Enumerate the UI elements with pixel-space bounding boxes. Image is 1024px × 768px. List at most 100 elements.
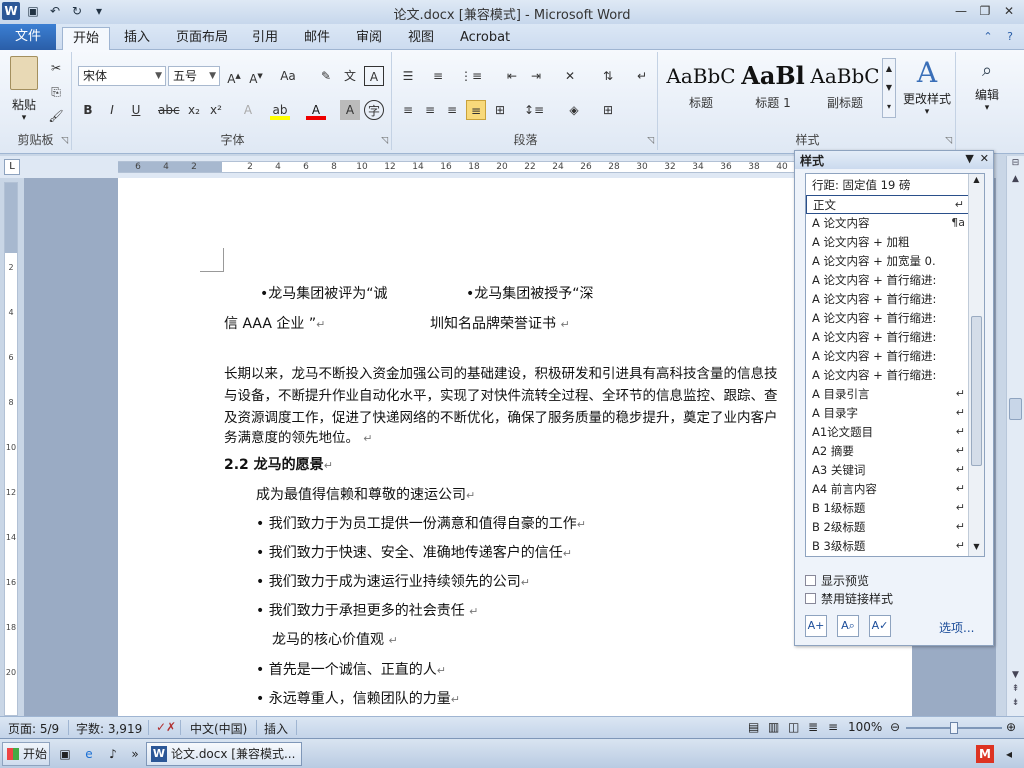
scroll-thumb[interactable] — [1009, 398, 1022, 420]
close-icon[interactable]: ✕ — [998, 3, 1020, 19]
format-painter-icon[interactable]: 🖌 — [46, 106, 66, 126]
highlight-icon[interactable]: ab — [270, 100, 290, 120]
copy-icon[interactable]: ⎘ — [46, 82, 66, 102]
close-icon[interactable]: ✕ — [980, 152, 989, 165]
line-spacing-icon[interactable]: ↕≡ — [524, 100, 544, 120]
bold-icon[interactable]: B — [78, 100, 98, 120]
doc-line[interactable]: 龙马的核心价值观 ↵ — [272, 629, 398, 649]
phonetic-guide-icon[interactable]: 文 — [340, 66, 360, 86]
style-heading-1[interactable]: AaBl 标题 1 — [738, 58, 808, 120]
styles-launcher-icon[interactable]: ◹ — [945, 136, 952, 146]
next-page-icon[interactable]: ⇟ — [1009, 698, 1022, 712]
tab-file[interactable]: 文件 — [0, 24, 56, 50]
italic-icon[interactable]: I — [102, 100, 122, 120]
minimize-icon[interactable]: — — [950, 3, 972, 19]
style-list-scrollbar[interactable]: ▲ ▼ — [968, 174, 984, 556]
font-name-combo[interactable]: 宋体 ▼ — [78, 66, 166, 86]
doc-line[interactable]: •龙马集团被评为“诚 — [260, 283, 388, 303]
scroll-up-icon[interactable]: ▲ — [971, 175, 982, 187]
numbering-icon[interactable]: ≡ — [428, 66, 448, 86]
style-list-item[interactable]: A 论文内容 + 首行缩进: — [806, 328, 969, 347]
tab-insert[interactable]: 插入 — [114, 27, 160, 50]
style-list-item[interactable]: A4 前言内容 ↵ — [806, 480, 969, 499]
tab-selector[interactable]: L — [4, 159, 20, 175]
new-style-button[interactable]: A+ — [805, 615, 827, 637]
decrease-indent-icon[interactable]: ⇤ — [502, 66, 522, 86]
zoom-in-icon[interactable]: ⊕ — [1006, 720, 1016, 734]
collapse-ribbon-icon[interactable]: ⌃ — [980, 29, 996, 45]
tab-page-layout[interactable]: 页面布局 — [166, 27, 238, 50]
start-button[interactable]: 开始 — [2, 742, 50, 766]
multilevel-list-icon[interactable]: ⋮≡ — [460, 66, 482, 86]
show-preview-checkbox[interactable]: 显示预览 — [805, 572, 869, 589]
pane-menu-icon[interactable]: ▼ — [965, 152, 973, 165]
scroll-up-icon[interactable]: ▲ — [1009, 174, 1022, 188]
style-list-item[interactable]: B 2级标题 ↵ — [806, 518, 969, 537]
doc-line[interactable]: 务满意度的领先地位。 ↵ — [224, 426, 373, 446]
prev-page-icon[interactable]: ⇞ — [1009, 684, 1022, 698]
bullet-item[interactable]: • 我们致力于为员工提供一份满意和值得自豪的工作↵ — [256, 513, 586, 533]
show-marks-icon[interactable]: ↵ — [632, 66, 652, 86]
restore-icon[interactable]: ❐ — [974, 3, 996, 19]
increase-indent-icon[interactable]: ⇥ — [526, 66, 546, 86]
style-list-item[interactable]: A 论文内容 + 首行缩进: — [806, 309, 969, 328]
align-center-icon[interactable]: ≡ — [420, 100, 440, 120]
doc-line[interactable]: 及资源调度工作，促进了快递网络的不断优化，确保了服务质量的稳步提升，奠定了业内客… — [224, 406, 778, 426]
editing-button[interactable]: ⌕ 编辑 ▾ — [964, 56, 1010, 113]
borders-icon[interactable]: ⊞ — [598, 100, 618, 120]
paragraph-launcher-icon[interactable]: ◹ — [647, 136, 654, 146]
style-list-item[interactable]: A 目录字 ↵ — [806, 404, 969, 423]
enclose-char-icon[interactable]: 字 — [364, 100, 384, 120]
style-list-item[interactable]: A 目录引言 ↵ — [806, 385, 969, 404]
subscript-icon[interactable]: x₂ — [184, 100, 204, 120]
doc-line[interactable]: 与设备，不断提升作业自动化水平，实现了对快件流转全过程、全环节的信息监控、跟踪、… — [224, 384, 778, 404]
zoom-out-icon[interactable]: ⊖ — [890, 720, 900, 734]
zoom-slider-thumb[interactable] — [950, 722, 958, 734]
bullet-item[interactable]: • 永远尊重人，信赖团队的力量↵ — [256, 688, 460, 708]
style-list-item[interactable]: A 论文内容 + 首行缩进: — [806, 366, 969, 385]
style-list-item[interactable]: A2 摘要 ↵ — [806, 442, 969, 461]
more-icon[interactable]: » — [126, 745, 144, 763]
font-launcher-icon[interactable]: ◹ — [381, 136, 388, 146]
style-list-item[interactable]: A 论文内容 + 加宽量 0. — [806, 252, 969, 271]
style-list-item[interactable]: A3 关键词 ↵ — [806, 461, 969, 480]
ie-icon[interactable]: e — [80, 745, 98, 763]
font-color-icon[interactable]: A — [306, 100, 326, 120]
style-list-item[interactable]: A 论文内容 + 首行缩进: — [806, 347, 969, 366]
styles-gallery-scroll[interactable]: ▲ ▼ ▾ — [882, 58, 896, 118]
tab-acrobat[interactable]: Acrobat — [450, 27, 520, 50]
ruler-track[interactable]: 6 4 2 2 4 6 8 10 12 14 16 18 20 22 24 26 28 30 32 34 36 38 40 — [118, 161, 794, 173]
bullets-icon[interactable]: ☰ — [398, 66, 418, 86]
document-page[interactable]: •龙马集团被评为“诚 •龙马集团被授予“深 信 AAA 企业 ”↵ 圳知名品牌荣… — [118, 178, 912, 716]
section-heading[interactable]: 2.2 龙马的愿景↵ — [224, 454, 333, 474]
char-shading-icon[interactable]: A — [340, 100, 360, 120]
style-title[interactable]: AaBbC 标题 — [666, 58, 736, 120]
char-border-icon[interactable]: A — [364, 66, 384, 86]
tab-home[interactable]: 开始 — [62, 27, 111, 50]
underline-icon[interactable]: U — [126, 100, 146, 120]
reading-layout-icon[interactable]: ▥ — [768, 720, 779, 734]
media-icon[interactable]: ♪ — [104, 745, 122, 763]
language[interactable]: 中文(中国) — [190, 720, 247, 737]
align-left-icon[interactable]: ≡ — [398, 100, 418, 120]
change-styles-button[interactable]: A 更改样式 ▾ — [900, 56, 954, 117]
disable-linked-checkbox[interactable]: 禁用链接样式 — [805, 590, 893, 607]
outline-icon[interactable]: ≣ — [808, 720, 818, 734]
word-task-button[interactable]: W 论文.docx [兼容模式... — [146, 742, 302, 766]
tab-mailings[interactable]: 邮件 — [294, 27, 340, 50]
tab-review[interactable]: 审阅 — [346, 27, 392, 50]
sort-icon[interactable]: ⇅ — [598, 66, 618, 86]
shading-icon[interactable]: ◈ — [564, 100, 584, 120]
insert-mode[interactable]: 插入 — [264, 720, 288, 737]
style-list-item[interactable]: A 论文内容 + 首行缩进: — [806, 271, 969, 290]
word-count[interactable]: 字数: 3,919 — [76, 720, 142, 737]
superscript-icon[interactable]: x² — [206, 100, 226, 120]
style-list-item[interactable]: 正文 ↵ — [806, 195, 969, 214]
print-layout-icon[interactable]: ▤ — [748, 720, 759, 734]
distributed-icon[interactable]: ⊞ — [490, 100, 510, 120]
bullet-item[interactable]: • 首先是一个诚信、正直的人↵ — [256, 659, 446, 679]
tray-chevron-icon[interactable]: ◂ — [1000, 745, 1018, 763]
clipboard-launcher-icon[interactable]: ◹ — [61, 136, 68, 146]
document-scrollbar[interactable]: ⊟ ▲ ▼ ⇞ ⇟ — [1006, 156, 1024, 716]
zoom-level[interactable]: 100% — [848, 720, 882, 734]
